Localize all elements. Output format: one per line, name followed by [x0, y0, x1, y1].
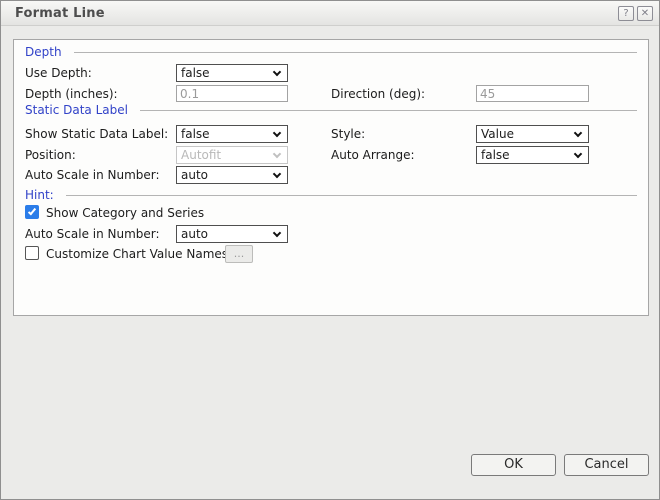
auto-scale-label: Auto Scale in Number:: [25, 166, 160, 183]
show-static-data-label-select[interactable]: false: [176, 125, 288, 143]
section-divider: [74, 52, 637, 53]
show-category-and-series-checkbox[interactable]: [25, 205, 39, 219]
help-icon[interactable]: ?: [618, 6, 634, 21]
section-header-hint: Hint:: [25, 188, 637, 202]
hint-auto-scale-select[interactable]: auto: [176, 225, 288, 243]
chevron-down-icon: [273, 128, 281, 136]
hint-auto-scale-value: auto: [181, 227, 274, 242]
depth-inches-input: 0.1: [176, 85, 288, 102]
customize-chart-value-names-label: Customize Chart Value Names: [46, 245, 228, 262]
title-bar: Format Line ? ✕: [1, 1, 659, 26]
show-static-data-label-label: Show Static Data Label:: [25, 125, 168, 142]
depth-inches-value: 0.1: [180, 87, 199, 101]
section-title-hint: Hint:: [25, 188, 54, 202]
position-select: Autofit: [176, 146, 288, 164]
section-title-depth: Depth: [25, 45, 62, 59]
chevron-down-icon: [273, 67, 281, 75]
section-header-static-data-label: Static Data Label: [25, 103, 637, 117]
customize-ellipsis-button: ...: [225, 245, 253, 263]
use-depth-label: Use Depth:: [25, 64, 92, 81]
cancel-button[interactable]: Cancel: [564, 454, 649, 476]
chevron-down-icon: [574, 128, 582, 136]
auto-scale-select[interactable]: auto: [176, 166, 288, 184]
position-label: Position:: [25, 146, 76, 163]
show-static-data-label-value: false: [181, 127, 274, 142]
style-select[interactable]: Value: [476, 125, 589, 143]
dialog-title: Format Line: [15, 6, 105, 21]
auto-arrange-value: false: [481, 148, 575, 163]
direction-value: 45: [480, 87, 495, 101]
show-category-and-series-label: Show Category and Series: [46, 204, 204, 221]
auto-arrange-select[interactable]: false: [476, 146, 589, 164]
chevron-down-icon: [273, 228, 281, 236]
style-value: Value: [481, 127, 575, 142]
auto-scale-value: auto: [181, 168, 274, 183]
titlebar-buttons: ? ✕: [618, 6, 653, 21]
chevron-down-icon: [273, 149, 281, 157]
ok-button[interactable]: OK: [471, 454, 556, 476]
hint-auto-scale-label: Auto Scale in Number:: [25, 225, 160, 242]
format-line-dialog: { "dialog": { "title": "Format Line", "h…: [0, 0, 660, 500]
content-panel: Depth Use Depth: false Depth (inches): 0…: [13, 39, 649, 316]
section-title-static-data-label: Static Data Label: [25, 103, 128, 117]
checkmark-icon: [28, 207, 36, 216]
auto-arrange-label: Auto Arrange:: [331, 146, 415, 163]
section-divider: [140, 110, 637, 111]
close-icon[interactable]: ✕: [637, 6, 653, 21]
section-divider: [66, 195, 637, 196]
position-value: Autofit: [181, 148, 274, 163]
depth-inches-label: Depth (inches):: [25, 85, 118, 102]
customize-chart-value-names-checkbox[interactable]: [25, 246, 39, 260]
use-depth-select[interactable]: false: [176, 64, 288, 82]
section-header-depth: Depth: [25, 45, 637, 59]
chevron-down-icon: [574, 149, 582, 157]
chevron-down-icon: [273, 169, 281, 177]
direction-input: 45: [476, 85, 589, 102]
style-label: Style:: [331, 125, 365, 142]
direction-label: Direction (deg):: [331, 85, 425, 102]
use-depth-value: false: [181, 66, 274, 81]
